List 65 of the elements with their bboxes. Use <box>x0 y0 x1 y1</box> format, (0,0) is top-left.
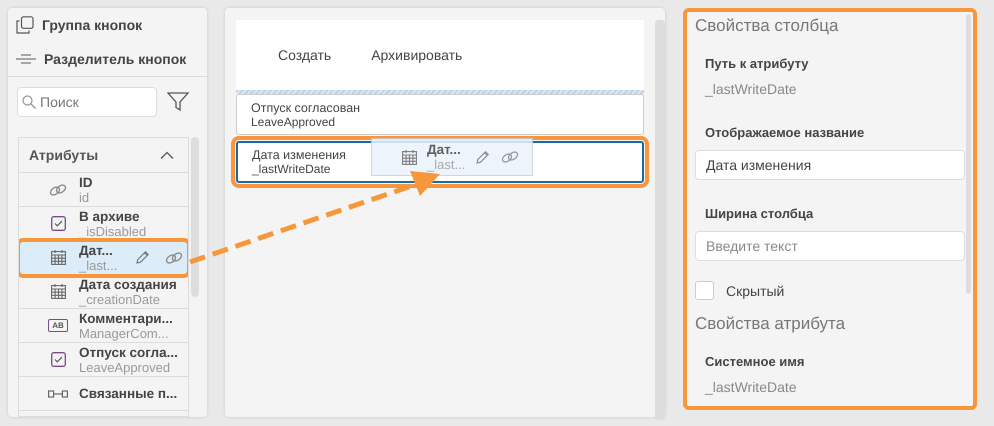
attribute-system-name: _last... <box>79 258 118 272</box>
field-label: Системное имя <box>704 354 806 369</box>
scrollbar[interactable] <box>966 14 971 294</box>
input-field[interactable]: Дата изменения <box>695 150 965 180</box>
field-label: Ширина столбца <box>704 206 814 221</box>
pencil-icon[interactable] <box>135 250 150 265</box>
scrollbar[interactable] <box>191 137 199 297</box>
field-value: _lastWriteDate <box>704 81 798 97</box>
form-button[interactable]: Создать <box>278 43 332 67</box>
attribute-system-name: _isDisabled <box>79 224 146 238</box>
link-icon[interactable] <box>164 250 184 264</box>
toolbox-item[interactable]: Группа кнопок <box>16 8 199 42</box>
search-field[interactable]: Поиск <box>17 87 157 117</box>
attribute-item[interactable]: AB Комментари... ManagerCom... <box>19 309 188 343</box>
field-label: Отображаемое название <box>704 125 866 140</box>
column-path: LeaveApproved <box>251 114 336 128</box>
copy-icon <box>16 16 34 34</box>
column-title: Отпуск согласован <box>251 100 360 114</box>
calendar-icon <box>50 284 66 299</box>
checkbox[interactable] <box>695 281 714 300</box>
relation-icon <box>48 388 68 398</box>
attribute-name: Комментари... <box>79 310 173 326</box>
section-title: Свойства столбца <box>695 16 840 36</box>
divider-icon <box>16 54 36 64</box>
attribute-item[interactable]: ID id <box>19 173 188 207</box>
scrollbar[interactable] <box>655 20 665 420</box>
link-icon <box>48 182 68 196</box>
attribute-name: В архиве <box>79 208 141 224</box>
input-field[interactable]: Введите текст <box>695 231 965 261</box>
attribute-item[interactable]: Отпуск согла... LeaveApproved <box>19 343 188 377</box>
toolbox-item[interactable]: Разделитель кнопок <box>16 42 199 76</box>
checkbox-icon <box>50 352 66 367</box>
attribute-system-name: LeaveApproved <box>79 360 172 374</box>
attribute-name: Отпуск согла... <box>79 344 178 360</box>
calendar-icon <box>50 250 66 265</box>
form-button[interactable]: Архивировать <box>371 43 462 67</box>
link-icon[interactable] <box>500 150 520 164</box>
search-icon <box>22 95 36 109</box>
attribute-name: Дат... <box>427 142 462 157</box>
attribute-name: Дат... <box>79 242 114 258</box>
attributes-title: Атрибуты <box>29 147 98 163</box>
attribute-name: ID <box>79 174 92 190</box>
attribute-name: Дата создания <box>79 276 177 292</box>
attribute-item[interactable]: Дата создания _creationDate <box>19 275 188 309</box>
calendar-icon <box>402 150 417 164</box>
column-title: Дата изменения <box>252 148 346 162</box>
attribute-system-name: _creationDate <box>79 292 160 306</box>
pencil-icon[interactable] <box>475 150 490 164</box>
attribute-system-name: _last... <box>427 157 466 172</box>
attribute-item[interactable]: Связанные п... <box>19 377 188 411</box>
attribute-item[interactable]: Дат... _last... <box>19 241 188 275</box>
table-column[interactable]: Отпуск согласован LeaveApproved <box>236 94 644 135</box>
section-title: Свойства атрибута <box>695 314 846 334</box>
column-path: _lastWriteDate <box>252 162 330 176</box>
text-type-icon: AB <box>48 319 68 332</box>
field-value: _lastWriteDate <box>704 379 798 395</box>
checkbox-label: Скрытый <box>726 282 784 298</box>
checkbox-icon <box>50 216 66 231</box>
attributes-header[interactable]: Атрибуты <box>19 138 188 173</box>
chevron-up-icon[interactable] <box>160 151 174 159</box>
attribute-system-name: ManagerCom... <box>79 326 169 340</box>
filter-icon[interactable] <box>167 92 189 112</box>
attribute-name: Связанные п... <box>79 386 178 401</box>
attribute-system-name: id <box>79 190 90 204</box>
field-label: Путь к атрибуту <box>704 56 810 71</box>
